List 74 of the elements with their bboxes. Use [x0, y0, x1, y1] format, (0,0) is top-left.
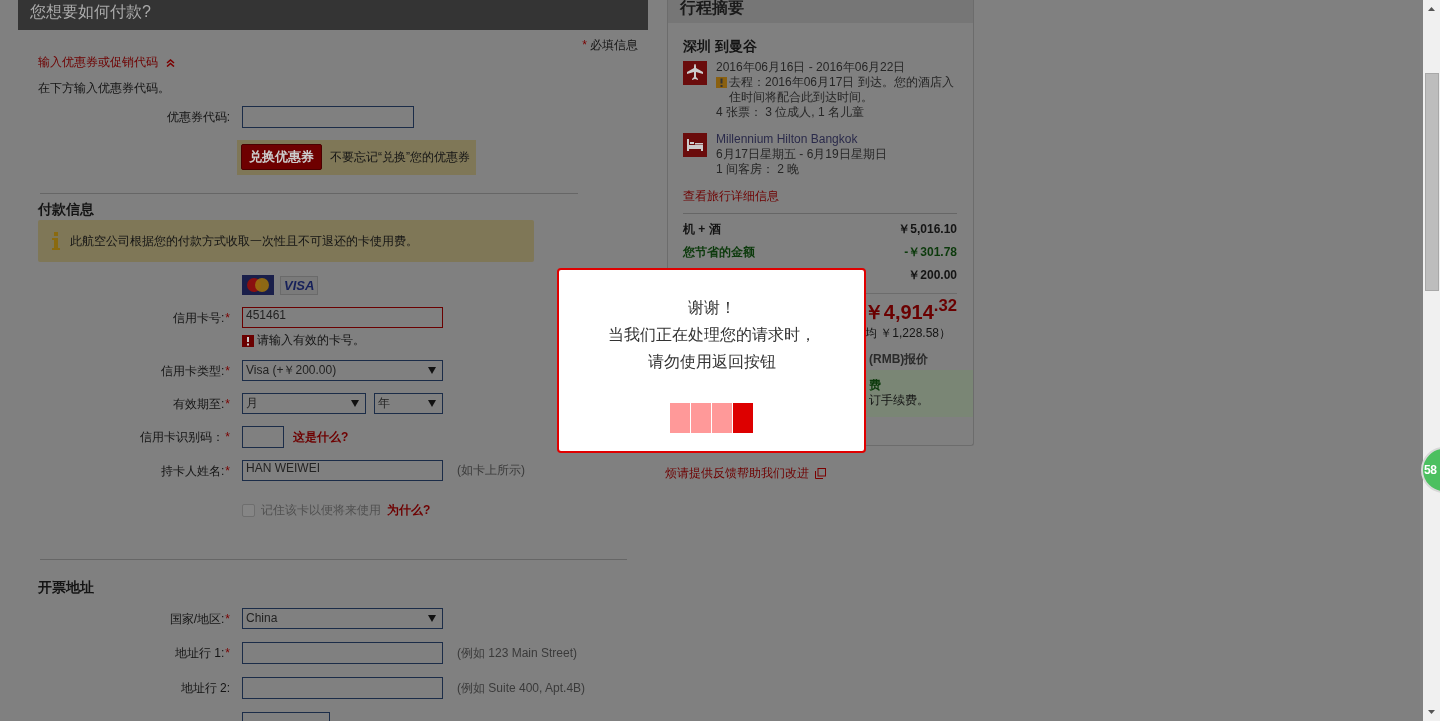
scroll-down-icon[interactable] — [1428, 710, 1435, 714]
required-mark: * — [582, 38, 587, 52]
trip-detail: 6月17日星期五 - 6月19日星期日 — [716, 147, 887, 162]
caret-icon — [351, 400, 359, 407]
dropdown[interactable]: Visa (+￥200.00) — [242, 360, 443, 381]
field-label: 信用卡号:* — [172, 310, 230, 326]
dropdown[interactable]: China — [242, 608, 443, 629]
section-heading: 开票地址 — [38, 580, 95, 595]
details-link[interactable]: 查看旅行详细信息 — [683, 189, 957, 204]
arrival-warning: 去程：2016年06月17日 到达。您的酒店入住时间将配合此到达时间。 — [729, 75, 955, 105]
promo-hint: 在下方输入优惠券代码。 — [38, 81, 171, 96]
error-message: 请输入有效的卡号。 — [257, 333, 365, 348]
dialog-message: 请勿使用返回按钮 — [646, 352, 777, 372]
currency-note: (RMB)报价 — [869, 351, 929, 366]
external-link-icon[interactable] — [815, 468, 826, 479]
caret-icon — [428, 367, 436, 374]
caret-icon — [428, 615, 436, 622]
info-icon — [52, 232, 60, 250]
trip-detail: 2016年06月16日 - 2016年06月22日 — [716, 60, 907, 75]
input-field[interactable]: HAN WEIWEI — [242, 460, 443, 481]
scrollbar[interactable] — [1423, 0, 1440, 721]
field-label: 有效期至:* — [172, 396, 230, 412]
input-field[interactable]: 451461 — [242, 307, 443, 328]
scroll-up-icon[interactable] — [1428, 7, 1435, 11]
promo-code-field[interactable] — [242, 106, 414, 128]
price-amount: ￥5,016.10 — [898, 221, 957, 238]
required-note: 必填信息 — [590, 38, 638, 52]
panel-title: 行程摘要 — [680, 0, 744, 16]
field-hint: (例如 Suite 400, Apt.4B) — [457, 680, 586, 696]
bed-icon — [683, 133, 707, 157]
total-price: ￥4,914$^{.32}$ — [863, 300, 957, 323]
average-price: 均 ￥1,228.58） — [864, 325, 951, 340]
dialog-title: 谢谢！ — [686, 298, 737, 318]
fee-title: 费 — [869, 377, 882, 393]
redeem-button[interactable]: 兑换优惠券 — [241, 144, 322, 170]
trip-detail: 1 间客房： 2 晚 — [716, 162, 801, 177]
card-logo-icon — [242, 275, 274, 295]
field-label: 地址行 1:* — [174, 645, 230, 661]
field-label: 国家/地区:* — [168, 611, 230, 627]
price-amount: ￥200.00 — [908, 267, 957, 284]
month-dropdown[interactable]: 月 — [242, 393, 366, 414]
warning-icon — [716, 77, 727, 88]
section-title: 您想要如何付款? — [30, 3, 151, 20]
price-amount: -￥301.78 — [904, 244, 957, 261]
field-label: 信用卡类型:* — [160, 363, 230, 379]
section-heading: 付款信息 — [38, 202, 95, 217]
error-icon — [242, 334, 254, 347]
visa-logo: VISA — [280, 275, 319, 295]
dialog-message: 当我们正在处理您的请求时， — [606, 325, 817, 345]
input-field[interactable] — [242, 642, 443, 664]
field-label: 优惠券代码: — [165, 109, 230, 125]
year-dropdown[interactable]: 年 — [374, 393, 443, 414]
fee-text: 订手续费。 — [869, 392, 930, 408]
field-label: 地址行 2: — [179, 680, 230, 696]
field-label: 持卡人姓名:* — [160, 463, 230, 479]
field-label: 信用卡识别码：* — [139, 429, 230, 445]
input-field[interactable] — [242, 677, 443, 699]
hotel-name: Millennium Hilton Bangkok — [716, 132, 859, 147]
trip-detail: 4 张票： 3 位成人, 1 名儿童 — [716, 105, 866, 120]
promo-toggle-link[interactable]: 输入优惠券或促销代码 — [38, 55, 158, 70]
redeem-reminder: 不要忘记“兑换”您的优惠券 — [330, 149, 470, 165]
price-label: 您节省的金额 — [683, 244, 755, 261]
why-link[interactable]: 为什么? — [387, 503, 431, 518]
cvv-field[interactable] — [242, 426, 284, 448]
help-link[interactable]: 这是什么? — [293, 429, 349, 445]
feedback-link[interactable]: 烦请提供反馈帮助我们改进 — [665, 466, 809, 481]
collapse-icon[interactable] — [166, 58, 175, 67]
scrollbar-thumb[interactable] — [1424, 73, 1439, 291]
field-hint: (例如 123 Main Street) — [457, 645, 578, 661]
airplane-icon — [683, 61, 707, 85]
route-title: 深圳 到曼谷 — [683, 39, 758, 54]
notice-text: 此航空公司根据您的付款方式收取一次性且不可退还的卡使用费。 — [70, 233, 418, 249]
caret-icon — [428, 400, 436, 407]
price-label: 机 + 酒 — [683, 221, 721, 238]
